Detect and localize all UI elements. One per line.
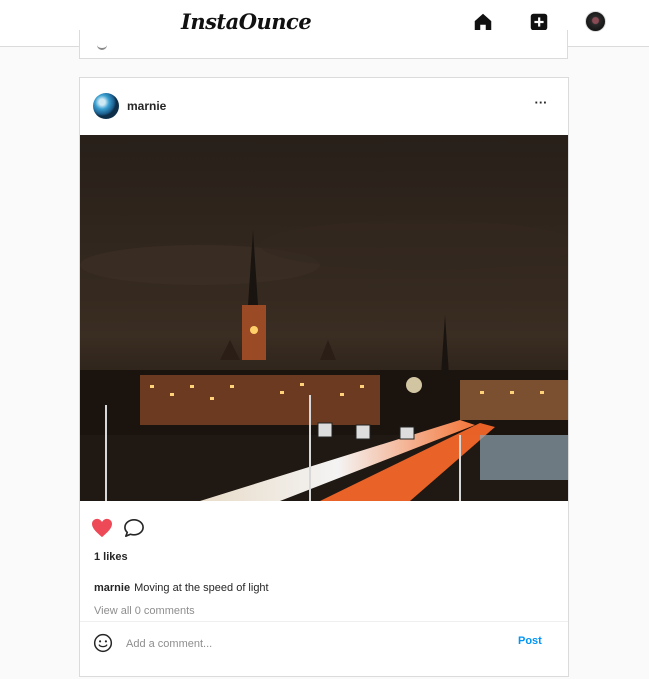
post-username[interactable]: marnie: [127, 99, 166, 113]
post-caption: marnie Moving at the speed of light: [94, 582, 269, 594]
add-comment-form: Post: [80, 621, 568, 679]
post-image[interactable]: [80, 135, 568, 501]
more-options-icon[interactable]: ···: [532, 96, 550, 112]
caption-username[interactable]: marnie: [94, 582, 130, 594]
emoji-icon[interactable]: [93, 633, 113, 653]
view-all-comments-link[interactable]: View all 0 comments: [94, 605, 195, 617]
post-header: marnie ···: [80, 78, 568, 135]
heart-icon[interactable]: [91, 518, 113, 538]
previous-post-card: [79, 30, 568, 59]
post-author-avatar[interactable]: [93, 93, 119, 119]
profile-avatar-icon[interactable]: [585, 11, 606, 32]
post-card: marnie ··· 1 likes marnie Moving at the …: [79, 77, 569, 677]
comment-icon[interactable]: [123, 518, 145, 538]
likes-count[interactable]: 1 likes: [94, 551, 128, 563]
post-comment-button[interactable]: Post: [518, 635, 542, 647]
caption-text: Moving at the speed of light: [134, 582, 269, 594]
post-actions: [80, 508, 568, 548]
emoji-icon: [97, 38, 107, 50]
